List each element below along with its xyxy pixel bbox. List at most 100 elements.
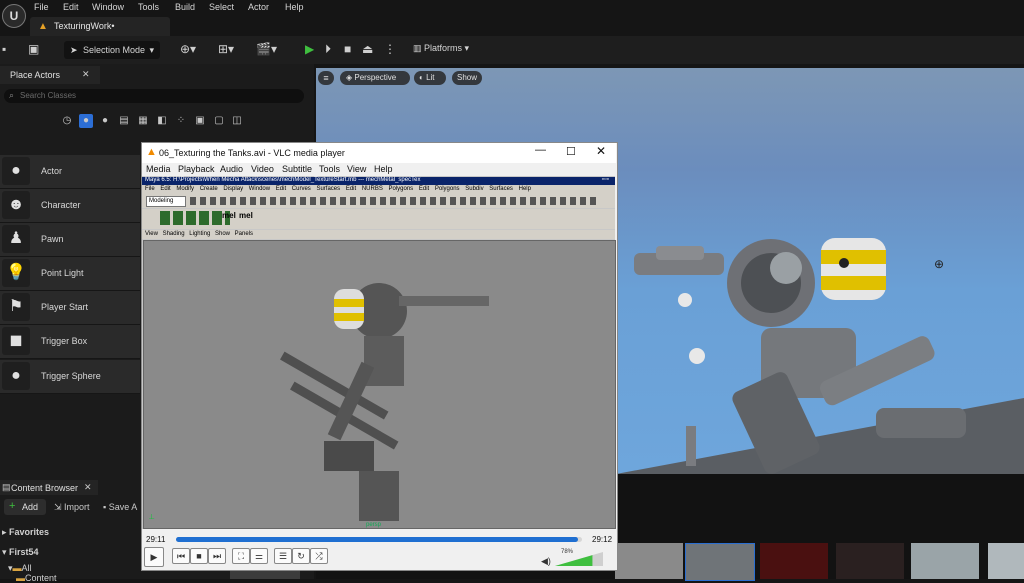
document-tab[interactable]: ▲ TexturingWork• bbox=[30, 17, 170, 36]
cinematics-icon[interactable]: 🎬▾ bbox=[256, 42, 277, 56]
visual-effects-icon[interactable]: ◧ bbox=[155, 114, 169, 128]
blueprint-icon[interactable]: ⊞▾ bbox=[218, 42, 234, 56]
favorites-section[interactable]: ▸ Favorites bbox=[2, 527, 49, 538]
menu-tools[interactable]: Tools bbox=[138, 2, 159, 12]
platforms-button[interactable]: ▥ Platforms ▾ bbox=[413, 43, 469, 54]
step-icon[interactable]: ⏵ bbox=[325, 42, 331, 57]
previous-icon[interactable]: ⏮ bbox=[172, 548, 190, 564]
unreal-logo-icon[interactable]: U bbox=[2, 4, 26, 28]
vlc-menu-audio[interactable]: Audio bbox=[220, 164, 243, 174]
asset-thumbnail[interactable] bbox=[685, 543, 755, 581]
next-icon[interactable]: ⏭ bbox=[208, 548, 226, 564]
stop-icon[interactable]: ■ bbox=[344, 42, 351, 56]
vlc-seek-bar[interactable] bbox=[176, 537, 582, 542]
add-actor-icon[interactable]: ⊕▾ bbox=[180, 42, 196, 56]
fullscreen-icon[interactable]: ⛶ bbox=[232, 548, 250, 564]
maya-status-icons bbox=[190, 197, 600, 205]
vlc-menu-media[interactable]: Media bbox=[146, 164, 171, 174]
lights-icon[interactable]: ● bbox=[98, 114, 112, 128]
vlc-menu-video[interactable]: Video bbox=[251, 164, 274, 174]
import-button[interactable]: ⇲ Import bbox=[54, 502, 90, 513]
actor-item-trigger-box[interactable]: ◼ Trigger Box bbox=[0, 325, 140, 359]
more-icon[interactable]: ⋮ bbox=[384, 42, 396, 56]
volume-icon[interactable]: ◀) bbox=[541, 556, 551, 567]
actor-item-point-light[interactable]: 💡 Point Light bbox=[0, 257, 140, 291]
asset-thumbnail[interactable] bbox=[615, 543, 683, 579]
asset-thumbnail[interactable] bbox=[760, 543, 828, 579]
place-actors-tab[interactable]: Place Actors ✕ bbox=[0, 66, 100, 84]
actor-item-label: Trigger Sphere bbox=[41, 371, 101, 381]
close-icon[interactable]: ✕ bbox=[84, 482, 92, 493]
stop-icon[interactable]: ■ bbox=[190, 548, 208, 564]
add-button[interactable]: + Add bbox=[4, 499, 46, 515]
show-button[interactable]: Show bbox=[452, 71, 482, 85]
maya-menu-item: Edit Curves bbox=[275, 186, 311, 192]
vlc-menu-view[interactable]: View bbox=[347, 164, 366, 174]
viewport-menu-icon[interactable]: ≡ bbox=[318, 71, 334, 85]
selection-mode-button[interactable]: ➤ Selection Mode ▾ bbox=[64, 41, 160, 59]
playlist-icon[interactable]: ☰ bbox=[274, 548, 292, 564]
shuffle-icon[interactable]: ⤮ bbox=[310, 548, 328, 564]
sky-sphere-icon bbox=[678, 293, 692, 307]
play-button[interactable]: ▶ bbox=[144, 547, 164, 567]
vlc-title-bar: ▲ 06_Texturing the Tanks.avi - VLC media… bbox=[142, 143, 616, 163]
actor-item-trigger-sphere[interactable]: ● Trigger Sphere bbox=[0, 360, 140, 394]
tree-content-label: Content bbox=[25, 573, 57, 583]
chevron-down-icon: ▾ bbox=[2, 547, 10, 557]
content-browser-tab[interactable]: ▤ Content Browser ✕ bbox=[0, 480, 98, 495]
content-icon[interactable]: ▣ bbox=[28, 42, 39, 56]
vlc-menu-subtitle[interactable]: Subtitle bbox=[282, 164, 312, 174]
actor-item-character[interactable]: ☻ Character bbox=[0, 189, 140, 223]
menu-select[interactable]: Select bbox=[209, 2, 234, 12]
close-icon[interactable]: ✕ bbox=[596, 144, 606, 158]
vlc-title: 06_Texturing the Tanks.avi - VLC media p… bbox=[159, 148, 345, 158]
maximize-icon[interactable]: ☐ bbox=[566, 145, 576, 158]
document-tab-label: TexturingWork• bbox=[54, 21, 115, 31]
maya-panel-item: View bbox=[145, 231, 158, 237]
lit-button[interactable]: ◐ Lit bbox=[414, 71, 446, 85]
minimize-icon[interactable]: — bbox=[535, 144, 546, 156]
perspective-button[interactable]: ◈ Perspective bbox=[340, 71, 410, 85]
crosshair-icon: ⊕ bbox=[934, 257, 944, 271]
menu-file[interactable]: File bbox=[34, 2, 49, 12]
asset-thumbnail[interactable] bbox=[911, 543, 979, 579]
actor-item-actor[interactable]: ● Actor bbox=[0, 155, 140, 189]
menu-help[interactable]: Help bbox=[285, 2, 304, 12]
asset-thumbnail[interactable] bbox=[988, 543, 1024, 579]
maya-title-bar: Maya 6.5: H:\Projects\When Mecha Attack\… bbox=[142, 176, 615, 185]
geometry-icon[interactable]: ⁘ bbox=[174, 114, 188, 128]
basic-icon[interactable]: ● bbox=[79, 114, 93, 128]
maya-menu-item: Subdiv Surfaces bbox=[465, 186, 513, 192]
menu-actor[interactable]: Actor bbox=[248, 2, 269, 12]
shapes-icon[interactable]: ▤ bbox=[117, 114, 131, 128]
close-icon[interactable]: ✕ bbox=[82, 69, 90, 80]
project-section[interactable]: ▾ First54 bbox=[2, 547, 39, 558]
asset-thumbnail[interactable] bbox=[836, 543, 904, 579]
tree-item-content[interactable]: ▬Content bbox=[16, 573, 57, 583]
extended-settings-icon[interactable]: ⚌ bbox=[250, 548, 268, 564]
sphere-icon: ● bbox=[2, 157, 30, 185]
volumes-icon[interactable]: ▣ bbox=[193, 114, 207, 128]
loop-icon[interactable]: ↻ bbox=[292, 548, 310, 564]
all-classes-icon[interactable]: ▢ bbox=[212, 114, 226, 128]
vlc-seek-fill bbox=[176, 537, 578, 542]
actor-item-player-start[interactable]: ⚑ Player Start bbox=[0, 291, 140, 325]
chevron-right-icon: ▸ bbox=[2, 527, 10, 537]
cinematic-icon[interactable]: ▦ bbox=[136, 114, 150, 128]
menu-edit[interactable]: Edit bbox=[63, 2, 79, 12]
vlc-menu-playback[interactable]: Playback bbox=[178, 164, 215, 174]
actor-item-pawn[interactable]: ♟ Pawn bbox=[0, 223, 140, 257]
actor-item-label: Player Start bbox=[41, 302, 89, 312]
save-all-button[interactable]: ▪ Save A bbox=[103, 502, 141, 512]
vlc-menu-tools[interactable]: Tools bbox=[319, 164, 340, 174]
menu-window[interactable]: Window bbox=[92, 2, 124, 12]
eject-icon[interactable]: ⏏ bbox=[362, 42, 373, 56]
save-icon[interactable]: ▪ bbox=[2, 42, 6, 56]
menu-build[interactable]: Build bbox=[175, 2, 195, 12]
vlc-menu-help[interactable]: Help bbox=[374, 164, 393, 174]
more-classes-icon[interactable]: ◫ bbox=[230, 114, 244, 128]
maya-menu-bar: File Edit Modify Create Display Window E… bbox=[142, 185, 615, 194]
play-icon[interactable]: ▶ bbox=[305, 42, 314, 56]
recent-icon[interactable]: ◷ bbox=[60, 114, 74, 128]
search-classes-input[interactable]: ⌕ Search Classes bbox=[4, 89, 304, 103]
